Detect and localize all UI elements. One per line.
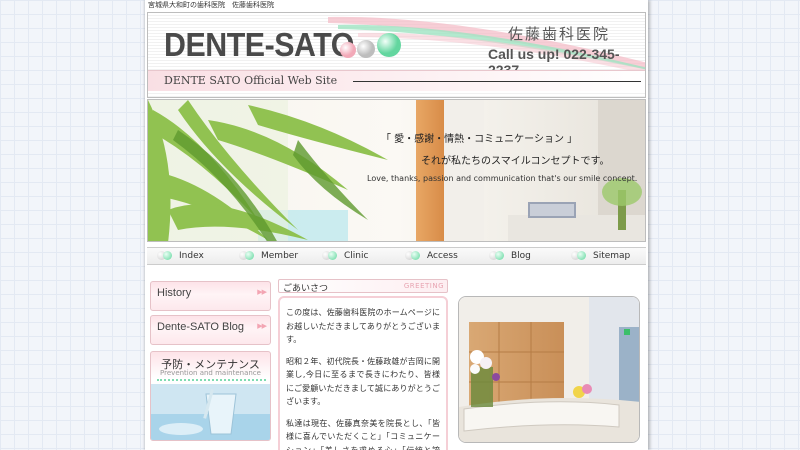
nav-item-clinic[interactable]: Clinic [322, 251, 368, 261]
nav-item-index[interactable]: Index [157, 251, 204, 261]
nav-label: Sitemap [593, 251, 631, 261]
greeting-paragraph: 私達は現在、佐藤真奈美を院長とし、「皆様に喜んでいただくこと」「コミュニケーショ… [286, 418, 440, 450]
nav-label: Index [179, 251, 204, 261]
greeting-content: この度は、佐藤歯科医院のホームページにお越しいただきましてありがとうございます。… [278, 296, 448, 450]
hero-photo [148, 100, 645, 241]
sidebar-item-prevention[interactable]: 予防・メンテナンス Prevention and maintenance [150, 351, 271, 441]
site-logo[interactable]: DENTE-SATO [164, 26, 354, 64]
greeting-title-jp: ごあいさつ [283, 284, 329, 294]
sidebar-item-blog[interactable]: Dente-SATO Blog ▶▶ [150, 315, 271, 345]
sidebar-item-label: History [157, 287, 192, 299]
nav-dot-icon [157, 251, 173, 260]
nav-dot-icon [405, 251, 421, 260]
subtitle-bar: DENTE SATO Official Web Site [148, 70, 645, 91]
greeting-paragraph: 昭和２年、初代院長・佐藤政雄が吉岡に開業し,今日に至るまで長きにわたり、皆様にご… [286, 356, 440, 407]
site-subtitle: DENTE SATO Official Web Site [164, 74, 338, 87]
dotted-divider [157, 379, 266, 381]
nav-dot-icon [571, 251, 587, 260]
subtitle-divider [353, 81, 641, 82]
main-nav: Index Member Clinic Access Blog Sitemap [147, 247, 646, 265]
sidebar-item-label: Dente-SATO Blog [157, 321, 245, 333]
prevention-photo [151, 384, 270, 440]
sidebar-item-history[interactable]: History ▶▶ [150, 281, 271, 311]
top-caption: 宮城県大和町の歯科医院 佐藤歯科医院 [148, 1, 274, 9]
nav-item-sitemap[interactable]: Sitemap [571, 251, 630, 261]
hero-tagline-concept: それが私たちのスマイルコンセプトです。 [421, 156, 610, 167]
prevention-title-en: Prevention and maintenance [160, 369, 261, 377]
hero-banner: 「 愛・感謝・情熱・コミュニケーション 」 それが私たちのスマイルコンセプトです… [147, 99, 646, 242]
hero-tagline-jp: 「 愛・感謝・情熱・コミュニケーション 」 [381, 134, 578, 145]
nav-label: Clinic [344, 251, 369, 261]
nav-label: Access [427, 251, 458, 261]
nav-item-member[interactable]: Member [239, 251, 298, 261]
nav-label: Member [261, 251, 299, 261]
clinic-name-jp: 佐藤歯科医院 [508, 25, 611, 43]
double-arrow-icon: ▶▶ [257, 323, 267, 330]
greeting-title-en: GREETING [403, 282, 444, 290]
nav-dot-icon [322, 251, 338, 260]
greeting-header: ごあいさつ GREETING [278, 279, 448, 294]
logo-dots-decoration [340, 33, 401, 58]
nav-item-access[interactable]: Access [405, 251, 458, 261]
nav-dot-icon [239, 251, 255, 260]
hero-tagline-en: Love, thanks, passion and communication … [367, 174, 638, 183]
reception-photo [458, 296, 640, 443]
site-header: DENTE-SATO 佐藤歯科医院 Call us up! 022-345-22… [147, 12, 646, 98]
nav-label: Blog [511, 251, 531, 261]
nav-item-blog[interactable]: Blog [489, 251, 531, 261]
nav-dot-icon [489, 251, 505, 260]
greeting-paragraph: この度は、佐藤歯科医院のホームページにお越しいただきましてありがとうございます。 [286, 308, 440, 344]
double-arrow-icon: ▶▶ [257, 289, 267, 296]
page-container: 宮城県大和町の歯科医院 佐藤歯科医院 DENTE-SATO 佐藤歯科医院 Cal… [145, 0, 648, 450]
